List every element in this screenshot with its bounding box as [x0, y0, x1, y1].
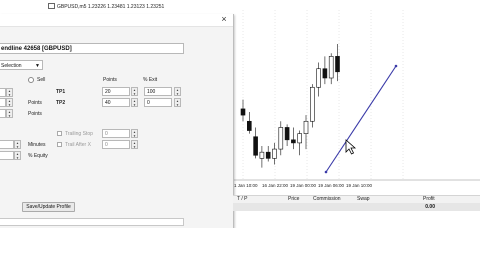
- col-commission[interactable]: Commission: [313, 196, 341, 202]
- bull-candle-body: [297, 133, 302, 144]
- trailing-stop-arrows[interactable]: ▲ ▼: [131, 129, 138, 138]
- candle: [278, 121, 284, 156]
- trail-after-label: Trail After X: [65, 142, 91, 148]
- close-icon[interactable]: ×: [219, 14, 229, 25]
- bear-candle-body: [247, 120, 252, 131]
- object-name-field[interactable]: endline 42658 [GBPUSD]: [0, 43, 184, 54]
- mouse-cursor-icon: [345, 139, 357, 155]
- candlesticks: [240, 44, 340, 168]
- save-profile-button[interactable]: Save/Update Profile: [22, 202, 75, 212]
- tp1-points-arrows[interactable]: ▲ ▼: [131, 87, 138, 96]
- col-profit[interactable]: Profit: [423, 196, 435, 202]
- sell-label: Sell: [37, 77, 46, 83]
- equity-arrows[interactable]: ▲ ▼: [14, 151, 21, 160]
- candle: [247, 112, 252, 134]
- breakeven-spin-arrows[interactable]: ▲ ▼: [6, 109, 13, 118]
- bull-candle-body: [272, 148, 277, 159]
- tp2-exit-arrows[interactable]: ▲ ▼: [174, 98, 181, 107]
- minutes-label: Minutes: [28, 142, 46, 148]
- bear-candle-body: [322, 68, 328, 79]
- bear-candle-body: [335, 56, 340, 73]
- minutes-input[interactable]: [0, 140, 14, 149]
- bull-candle-body: [259, 151, 265, 159]
- candle: [291, 127, 296, 150]
- tp1-exit-arrows[interactable]: ▲ ▼: [174, 87, 181, 96]
- time-tick-label: 19 Jan 06:00: [318, 183, 345, 188]
- candle: [328, 53, 334, 85]
- chart-title-text: GBPUSD,m5 1.23226 1.23481 1.23123 1.2325…: [57, 4, 165, 10]
- bear-candle-body: [265, 151, 271, 159]
- candle: [259, 146, 265, 168]
- status-field[interactable]: [0, 218, 184, 226]
- trade-settings-dialog: × endline 42658 [GBPUSD] Selection ▼ Sel…: [0, 14, 234, 229]
- trailing-stop-input[interactable]: 0: [102, 129, 130, 138]
- minutes-arrows[interactable]: ▲ ▼: [14, 140, 21, 149]
- col-swap[interactable]: Swap: [357, 196, 370, 202]
- trail-after-input[interactable]: 0: [102, 140, 130, 149]
- sell-radio[interactable]: [28, 77, 34, 83]
- trendline-end-handle[interactable]: [394, 64, 398, 68]
- points-column-header: Points: [103, 77, 117, 83]
- bull-candle-body: [316, 68, 321, 88]
- trailing-stop-label: Trailing Stop: [65, 131, 93, 137]
- terminal-total-row: 0.00: [233, 203, 480, 211]
- selection-value: Selection: [1, 63, 22, 69]
- trail-after-arrows[interactable]: ▲ ▼: [131, 140, 138, 149]
- stoploss-spin-arrows[interactable]: ▲ ▼: [6, 98, 13, 107]
- tp1-label: TP1: [56, 89, 66, 95]
- bear-candle-body: [291, 139, 296, 144]
- candle: [310, 84, 315, 128]
- trailing-stop-checkbox[interactable]: [57, 131, 62, 136]
- bull-candle-body: [310, 86, 315, 122]
- stoploss-points-label: Points: [28, 100, 42, 106]
- price-chart[interactable]: 1 Jan 10:00 16 Jan 22:00 19 Jan 00:00 19 Ja…: [233, 0, 480, 195]
- bull-candle-body: [303, 120, 309, 134]
- trading-platform: GBPUSD,m5 1.23226 1.23481 1.23123 1.2325…: [0, 0, 480, 270]
- tp2-points-arrows[interactable]: ▲ ▼: [131, 98, 138, 107]
- equity-input[interactable]: [0, 151, 14, 160]
- col-tp[interactable]: T / P: [237, 196, 247, 202]
- candle: [253, 127, 258, 159]
- chart-title: GBPUSD,m5 1.23226 1.23481 1.23123 1.2325…: [48, 3, 164, 10]
- trail-after-checkbox[interactable]: [57, 142, 62, 147]
- time-tick-label: 19 Jan 00:00: [290, 183, 317, 188]
- time-tick-label: 16 Jan 22:00: [262, 183, 289, 188]
- tp1-exit-input[interactable]: 100: [144, 87, 172, 96]
- bear-candle-body: [253, 136, 258, 156]
- candle: [284, 124, 290, 146]
- lot-size-spin-arrows[interactable]: ▲ ▼: [6, 88, 13, 97]
- bull-candle-body: [328, 56, 334, 79]
- total-profit-value: 0.00: [425, 204, 435, 210]
- chevron-down-icon: ▼: [35, 63, 40, 69]
- time-axis: 1 Jan 10:00 16 Jan 22:00 19 Jan 00:00 19 Ja…: [233, 179, 480, 188]
- candle: [322, 56, 328, 85]
- terminal-header: T / P Price Commission Swap Profit: [233, 195, 480, 203]
- tp2-label: TP2: [56, 100, 66, 106]
- bull-candle-body: [278, 127, 284, 150]
- candle: [297, 130, 302, 156]
- chart-window-icon: [48, 3, 55, 9]
- bear-candle-body: [240, 108, 246, 116]
- tp2-exit-input[interactable]: 0: [144, 98, 172, 107]
- tp1-points-input[interactable]: 20: [102, 87, 130, 96]
- col-price[interactable]: Price: [288, 196, 299, 202]
- trendline[interactable]: [325, 65, 397, 173]
- candle: [272, 142, 277, 165]
- candle: [265, 146, 271, 162]
- blank-area: [0, 228, 480, 270]
- exit-column-header: % Exit: [143, 77, 158, 83]
- tp2-points-input[interactable]: 40: [102, 98, 130, 107]
- equity-label: % Equity: [28, 153, 48, 159]
- breakeven-points-label: Points: [28, 111, 42, 117]
- trendline-start-handle[interactable]: [324, 170, 328, 174]
- candle: [240, 99, 246, 122]
- time-tick-label: 19 Jan 10:00: [346, 183, 373, 188]
- time-tick-label: 1 Jan 10:00: [234, 183, 258, 188]
- dialog-titlebar: ×: [0, 14, 233, 27]
- selection-dropdown[interactable]: Selection ▼: [0, 60, 43, 70]
- candle: [316, 62, 321, 97]
- bear-candle-body: [284, 127, 290, 141]
- candle: [303, 115, 309, 150]
